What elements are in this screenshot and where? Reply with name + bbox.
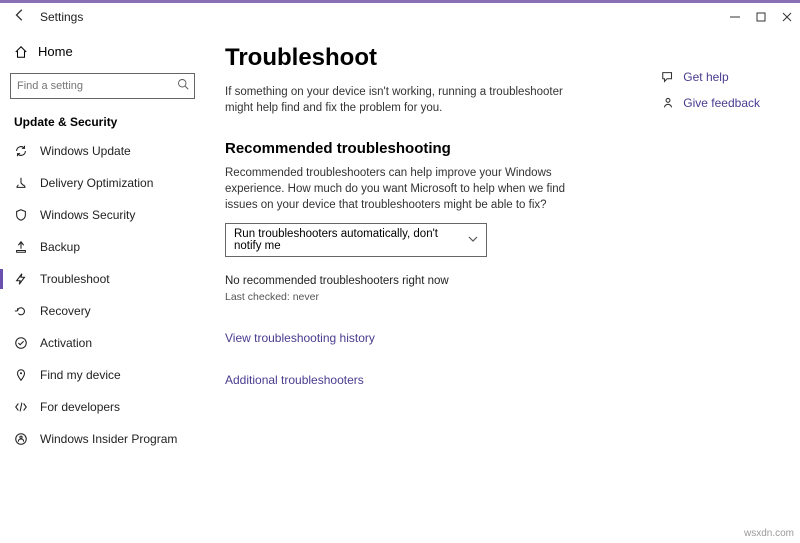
sidebar-item-find-my-device[interactable]: Find my device	[0, 359, 205, 391]
last-checked-text: Last checked: never	[225, 291, 780, 303]
search-input[interactable]	[10, 73, 195, 99]
help-icon	[661, 70, 675, 84]
sidebar-item-label: Windows Security	[40, 208, 135, 222]
sidebar-item-label: Activation	[40, 336, 92, 350]
sidebar-item-backup[interactable]: Backup	[0, 231, 205, 263]
no-recommended-text: No recommended troubleshooters right now	[225, 275, 780, 287]
home-icon	[14, 45, 28, 59]
activation-icon	[14, 336, 28, 350]
additional-troubleshooters-link[interactable]: Additional troubleshooters	[225, 373, 780, 387]
minimize-button[interactable]	[722, 4, 748, 30]
give-feedback-label: Give feedback	[683, 96, 760, 110]
feedback-icon	[661, 96, 675, 110]
page-title: Troubleshoot	[225, 44, 780, 72]
sidebar: Home Update & Security Windows Update De…	[0, 30, 205, 543]
home-nav[interactable]: Home	[0, 38, 205, 65]
close-button[interactable]	[774, 4, 800, 30]
troubleshoot-icon	[14, 272, 28, 286]
sidebar-item-label: Recovery	[40, 304, 91, 318]
sidebar-item-activation[interactable]: Activation	[0, 327, 205, 359]
sidebar-item-for-developers[interactable]: For developers	[0, 391, 205, 423]
dropdown-value: Run troubleshooters automatically, don't…	[234, 228, 468, 252]
sidebar-item-recovery[interactable]: Recovery	[0, 295, 205, 327]
window-title: Settings	[40, 10, 83, 24]
sidebar-item-label: Backup	[40, 240, 80, 254]
developers-icon	[14, 400, 28, 414]
get-help-link[interactable]: Get help	[661, 70, 760, 84]
section-header: Update & Security	[0, 107, 205, 135]
sidebar-item-label: Delivery Optimization	[40, 176, 153, 190]
view-history-link[interactable]: View troubleshooting history	[225, 331, 780, 345]
sidebar-item-windows-update[interactable]: Windows Update	[0, 135, 205, 167]
back-button[interactable]	[0, 8, 40, 25]
titlebar: Settings	[0, 0, 800, 30]
sidebar-item-label: Windows Update	[40, 144, 131, 158]
sidebar-item-windows-security[interactable]: Windows Security	[0, 199, 205, 231]
maximize-button[interactable]	[748, 4, 774, 30]
sync-icon	[14, 144, 28, 158]
right-links: Get help Give feedback	[661, 70, 760, 110]
intro-text: If something on your device isn't workin…	[225, 84, 575, 116]
location-icon	[14, 368, 28, 382]
shield-icon	[14, 208, 28, 222]
main-content: Troubleshoot If something on your device…	[205, 30, 800, 543]
delivery-icon	[14, 176, 28, 190]
search-wrap	[0, 65, 205, 107]
home-label: Home	[38, 44, 73, 59]
chevron-down-icon	[468, 234, 478, 247]
get-help-label: Get help	[683, 70, 728, 84]
search-icon	[177, 77, 189, 95]
give-feedback-link[interactable]: Give feedback	[661, 96, 760, 110]
sidebar-item-label: Find my device	[40, 368, 121, 382]
sidebar-item-label: For developers	[40, 400, 120, 414]
sidebar-item-label: Windows Insider Program	[40, 432, 177, 446]
insider-icon	[14, 432, 28, 446]
recommended-heading: Recommended troubleshooting	[225, 140, 780, 157]
sidebar-item-windows-insider[interactable]: Windows Insider Program	[0, 423, 205, 455]
sidebar-item-delivery-optimization[interactable]: Delivery Optimization	[0, 167, 205, 199]
troubleshoot-frequency-dropdown[interactable]: Run troubleshooters automatically, don't…	[225, 223, 487, 257]
sidebar-item-troubleshoot[interactable]: Troubleshoot	[0, 263, 205, 295]
recommended-desc: Recommended troubleshooters can help imp…	[225, 165, 575, 213]
watermark: wsxdn.com	[744, 528, 794, 539]
sidebar-item-label: Troubleshoot	[40, 272, 110, 286]
recovery-icon	[14, 304, 28, 318]
backup-icon	[14, 240, 28, 254]
